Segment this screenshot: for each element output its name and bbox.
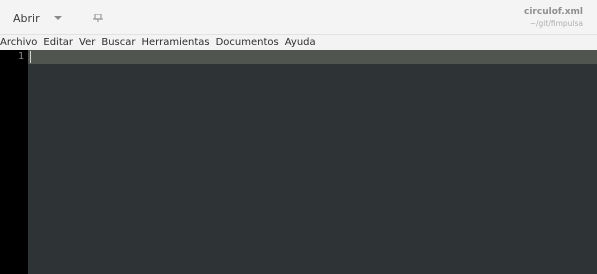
- menu-ver[interactable]: Ver: [76, 37, 98, 48]
- document-path: ~/git/fimpulsa: [529, 19, 583, 28]
- menu-buscar[interactable]: Buscar: [98, 37, 138, 48]
- text-cursor: [30, 51, 31, 63]
- line-number-gutter: 1: [0, 50, 28, 274]
- pin-icon[interactable]: [93, 14, 103, 22]
- menu-herramientas[interactable]: Herramientas: [138, 37, 212, 48]
- line-number: 1: [17, 51, 24, 62]
- text-area[interactable]: [28, 50, 597, 274]
- header-bar: Abrir circulof.xml ~/git/fimpulsa: [0, 0, 597, 35]
- menu-bar: Archivo Editar Ver Buscar Herramientas D…: [0, 35, 597, 50]
- menu-editar[interactable]: Editar: [40, 37, 76, 48]
- document-title: circulof.xml: [524, 7, 583, 17]
- editor: 1: [0, 50, 597, 274]
- open-button[interactable]: Abrir: [3, 6, 68, 30]
- chevron-down-icon[interactable]: [53, 16, 62, 20]
- title-block: circulof.xml ~/git/fimpulsa: [524, 7, 583, 29]
- open-button-label: Abrir: [13, 11, 40, 25]
- menu-archivo[interactable]: Archivo: [0, 37, 40, 48]
- menu-documentos[interactable]: Documentos: [213, 37, 282, 48]
- menu-ayuda[interactable]: Ayuda: [282, 37, 319, 48]
